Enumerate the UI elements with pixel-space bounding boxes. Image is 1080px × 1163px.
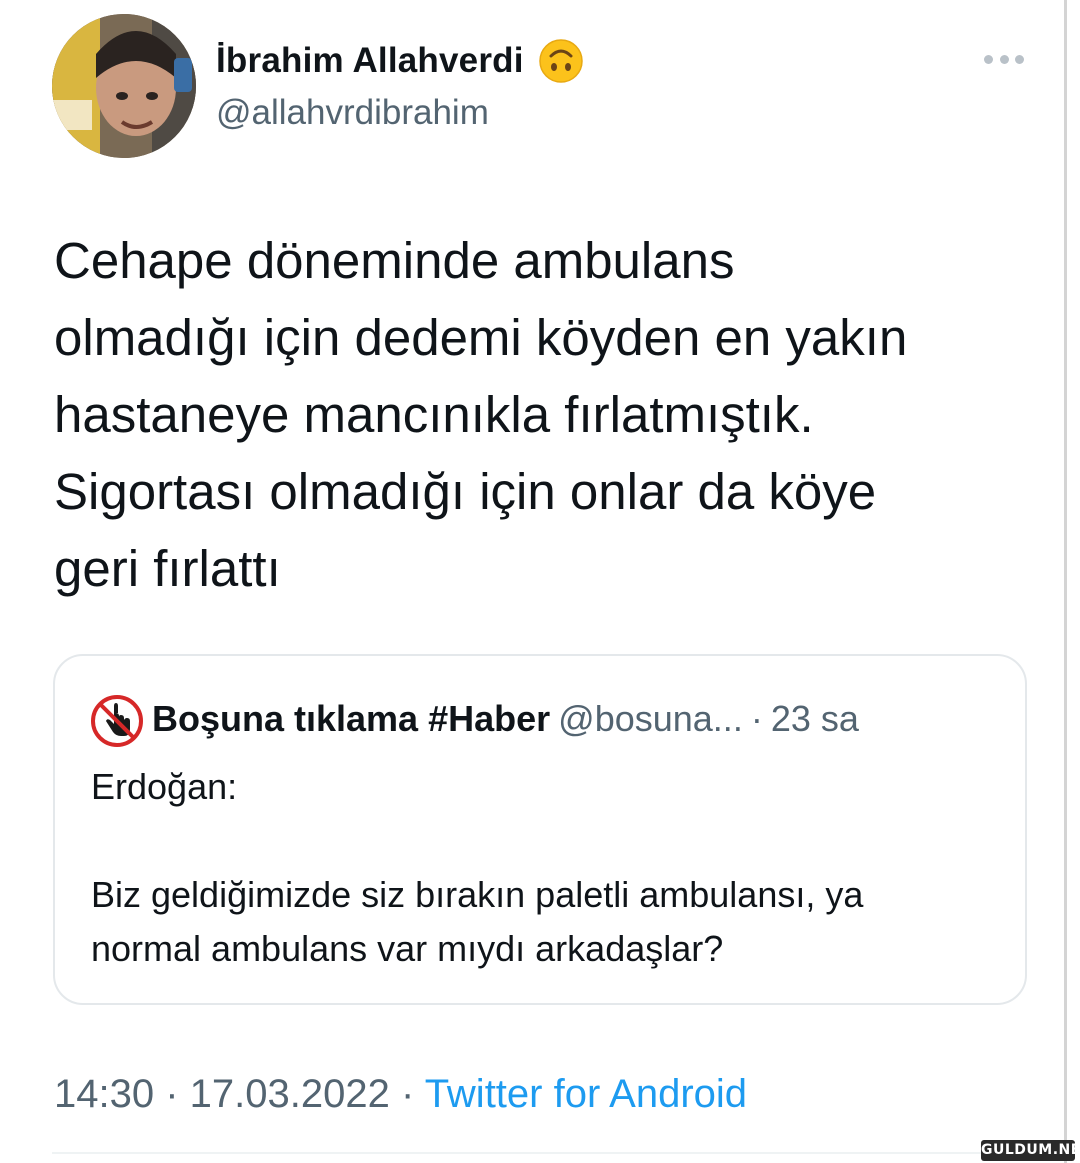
quoted-tweet-header: Boşuna tıklama #Haber @bosuna... · 23 sa (152, 698, 859, 740)
tweet-source-link[interactable]: Twitter for Android (425, 1072, 747, 1116)
tweet-page: İbrahim Allahverdi @allahvrdibrahim Ceha… (0, 0, 1080, 1163)
author-avatar[interactable] (52, 14, 196, 158)
more-dot (1015, 54, 1024, 64)
author-display-name[interactable]: İbrahim Allahverdi (216, 41, 524, 81)
tweet-text: Cehape döneminde ambulans olmadığı için … (54, 232, 908, 597)
avatar-photo (52, 14, 196, 158)
no-click-hand-icon (91, 695, 143, 747)
tweet-date[interactable]: 17.03.2022 (190, 1072, 390, 1116)
quoted-author-handle[interactable]: @bosuna... (558, 698, 743, 739)
tweet-meta: 14:30 · 17.03.2022 · Twitter for Android (54, 1072, 747, 1117)
quoted-timestamp[interactable]: 23 sa (771, 698, 859, 739)
quoted-author-name[interactable]: Boşuna tıklama #Haber (152, 698, 550, 739)
more-dot (984, 54, 993, 64)
divider (52, 1152, 1062, 1154)
watermark: GULDUM.NET (981, 1140, 1080, 1161)
meta-separator: · (154, 1072, 190, 1116)
quoted-separator: · (750, 698, 763, 739)
meta-separator: · (389, 1072, 425, 1116)
more-options-icon[interactable] (984, 48, 1024, 70)
scroll-edge (1064, 0, 1067, 1163)
tweet-time[interactable]: 14:30 (54, 1072, 154, 1116)
upside-down-face-emoji-icon (538, 39, 583, 83)
quoted-tweet-text: Erdoğan: Biz geldiğimizde siz bırakın pa… (91, 766, 864, 969)
author-handle[interactable]: @allahvrdibrahim (216, 93, 489, 133)
quoted-tweet-card[interactable]: Boşuna tıklama #Haber @bosuna... · 23 sa Er… (53, 654, 1027, 1005)
author-name-row[interactable]: İbrahim Allahverdi (216, 38, 584, 84)
more-dot (999, 54, 1009, 64)
